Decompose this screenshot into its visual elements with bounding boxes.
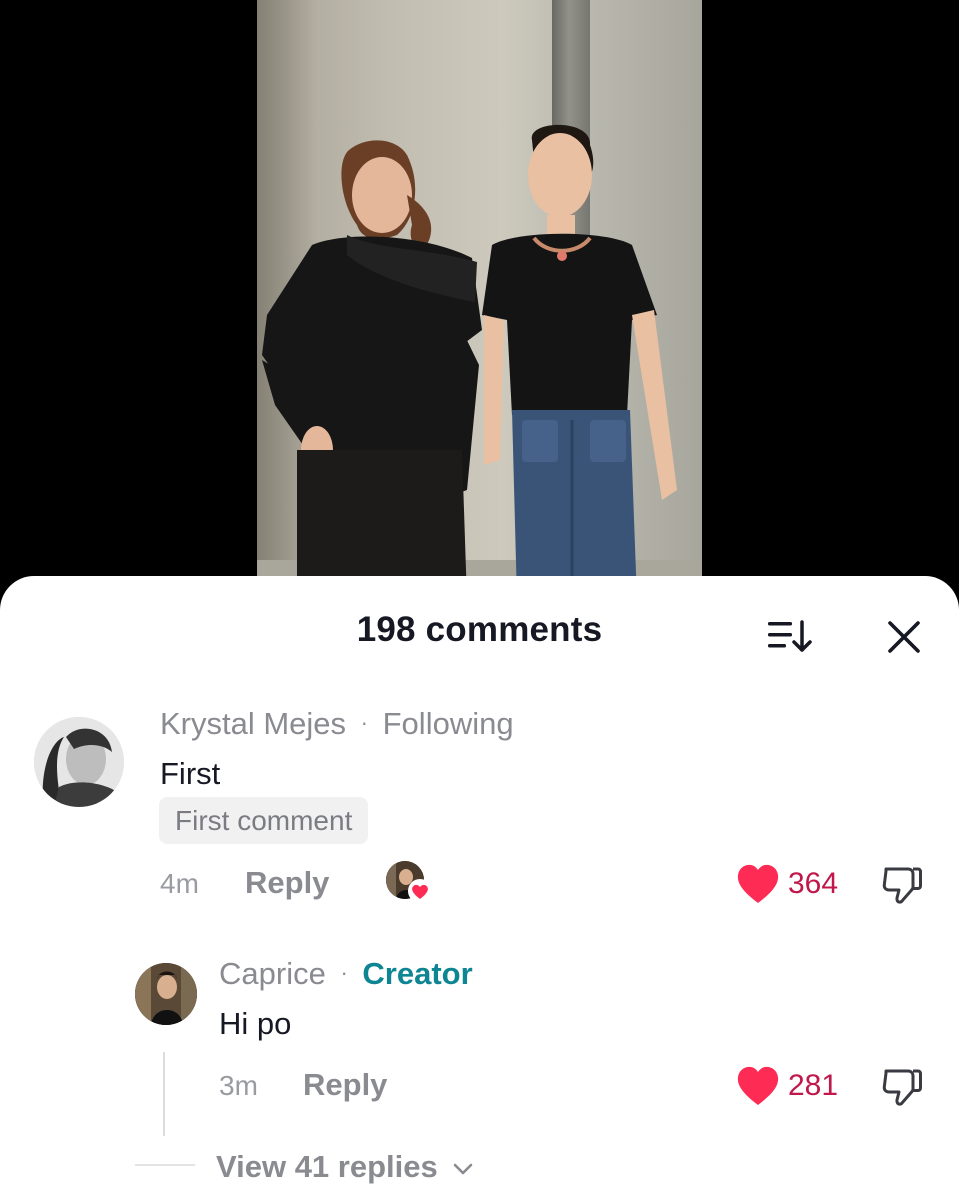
reply-button[interactable]: Reply bbox=[245, 865, 329, 901]
comment-timestamp: 4m bbox=[160, 868, 199, 899]
reply-button[interactable]: Reply bbox=[303, 1067, 387, 1103]
reply-text: Hi po bbox=[219, 1006, 292, 1041]
avatar[interactable] bbox=[135, 963, 197, 1025]
liked-by-creator-indicator[interactable] bbox=[386, 861, 434, 905]
reply-author-line: Caprice · Creator bbox=[219, 956, 473, 992]
heart-icon bbox=[737, 864, 779, 903]
avatar-photo bbox=[135, 963, 197, 1025]
heart-icon bbox=[737, 1066, 779, 1105]
like-count: 364 bbox=[788, 867, 839, 900]
replies-divider bbox=[135, 1164, 195, 1166]
avatar[interactable] bbox=[34, 717, 124, 807]
reply-username[interactable]: Caprice bbox=[219, 956, 326, 991]
comments-sheet: 198 comments Krystal Mejes · Following F… bbox=[0, 576, 959, 1200]
comment-username[interactable]: Krystal Mejes bbox=[160, 706, 346, 741]
sort-descending-icon[interactable] bbox=[766, 618, 814, 654]
comment-author-line: Krystal Mejes · Following bbox=[160, 706, 514, 742]
first-comment-badge: First comment bbox=[159, 797, 369, 844]
person-left bbox=[262, 140, 482, 600]
separator-dot: · bbox=[360, 710, 368, 735]
view-replies-button[interactable]: View 41 replies bbox=[216, 1149, 474, 1185]
video-frame bbox=[257, 0, 702, 600]
dislike-icon[interactable] bbox=[880, 863, 924, 907]
avatar-photo bbox=[34, 717, 124, 807]
chevron-down-icon bbox=[454, 1163, 473, 1175]
dislike-icon[interactable] bbox=[880, 1065, 924, 1109]
thread-line bbox=[163, 1052, 165, 1136]
video-player[interactable] bbox=[0, 0, 959, 600]
comment-text: First bbox=[160, 756, 221, 791]
separator-dot: · bbox=[340, 960, 348, 985]
following-label: Following bbox=[382, 706, 514, 741]
reply-timestamp: 3m bbox=[219, 1070, 258, 1101]
close-icon[interactable] bbox=[884, 617, 924, 657]
view-replies-label: View 41 replies bbox=[216, 1149, 438, 1184]
like-count: 281 bbox=[788, 1069, 839, 1102]
person-right bbox=[482, 124, 677, 600]
comments-count-title: 198 comments bbox=[356, 610, 603, 649]
heart-icon bbox=[408, 879, 432, 903]
creator-tag: Creator bbox=[362, 956, 473, 991]
